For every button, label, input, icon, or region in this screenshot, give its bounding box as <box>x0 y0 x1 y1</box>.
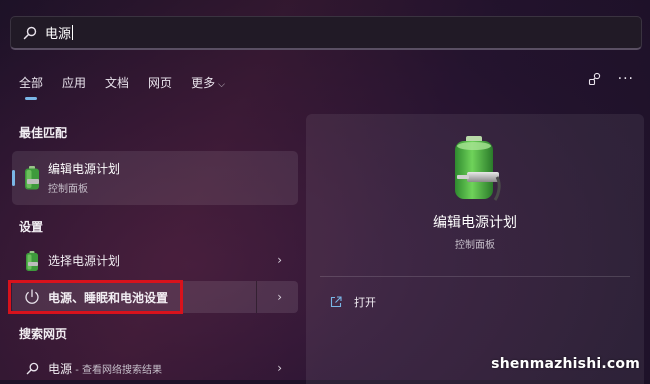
divider <box>320 276 630 277</box>
tab-documents[interactable]: 文档 <box>105 74 129 91</box>
watermark: shenmazhishi.com <box>491 356 640 372</box>
search-icon <box>26 362 39 375</box>
more-options-icon[interactable]: ··· <box>618 72 634 86</box>
top-actions: ··· <box>588 72 634 86</box>
web-search-result[interactable]: 电源 - 查看网络搜索结果 › <box>12 352 298 384</box>
section-web-search: 搜索网页 <box>19 327 68 341</box>
web-search-suffix: - 查看网络搜索结果 <box>72 364 162 376</box>
detail-panel: 编辑电源计划 控制面板 打开 <box>306 114 644 384</box>
section-best-match: 最佳匹配 <box>19 126 68 140</box>
filter-tabs: 全部 应用 文档 网页 更多 ⌵ <box>19 74 244 91</box>
chevron-right-icon[interactable]: › <box>277 253 282 267</box>
selection-indicator <box>12 170 15 186</box>
detail-subtitle: 控制面板 <box>455 240 495 251</box>
battery-icon <box>26 251 38 271</box>
open-label: 打开 <box>354 296 376 309</box>
chevron-right-icon[interactable]: › <box>277 290 282 304</box>
text-caret <box>72 25 74 40</box>
best-match-title: 编辑电源计划 <box>48 162 121 176</box>
settings-item-label: 选择电源计划 <box>48 253 121 268</box>
tab-apps[interactable]: 应用 <box>62 74 86 91</box>
tab-web[interactable]: 网页 <box>148 74 172 91</box>
search-icon <box>23 26 37 39</box>
web-search-query: 电源 <box>48 361 73 376</box>
web-search-label: 电源 - 查看网络搜索结果 <box>48 360 162 377</box>
settings-item-choose-power-plan[interactable]: 选择电源计划 › <box>12 244 298 276</box>
tab-more-label: 更多 <box>191 76 216 90</box>
divider <box>256 281 257 313</box>
search-box[interactable]: 电源 <box>10 16 642 50</box>
battery-plug-icon <box>455 136 501 201</box>
tab-more[interactable]: 更多 ⌵ <box>191 74 225 91</box>
detail-title: 编辑电源计划 <box>433 215 517 231</box>
open-action[interactable]: 打开 <box>330 294 376 310</box>
chevron-right-icon[interactable]: › <box>277 361 282 375</box>
annotation-highlight-box <box>8 280 183 314</box>
section-settings: 设置 <box>19 220 44 234</box>
best-match-result[interactable]: 编辑电源计划 控制面板 <box>12 151 298 205</box>
open-external-icon <box>330 296 342 308</box>
best-match-subtitle: 控制面板 <box>48 184 88 195</box>
search-input[interactable]: 电源 <box>45 23 71 42</box>
battery-plug-icon <box>25 166 39 190</box>
tab-all[interactable]: 全部 <box>19 74 43 91</box>
share-connect-icon[interactable] <box>588 72 602 86</box>
chevron-down-icon: ⌵ <box>218 80 225 90</box>
